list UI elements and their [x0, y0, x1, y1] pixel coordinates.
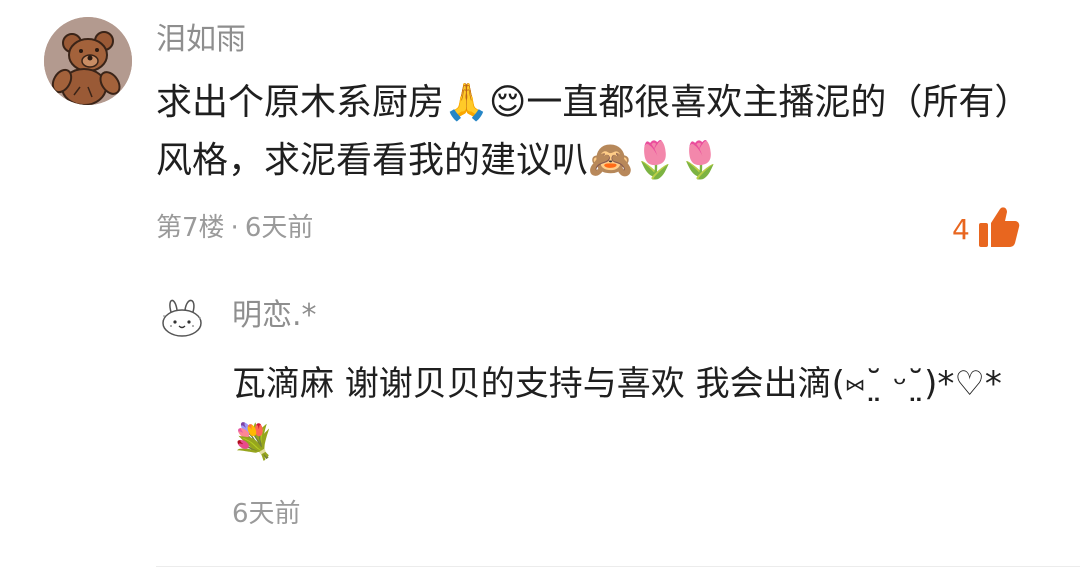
comment-meta: 第7楼 · 6天前	[156, 206, 313, 250]
comment-username[interactable]: 泪如雨	[156, 18, 246, 62]
like-count: 4	[952, 212, 970, 246]
meta-separator: ·	[230, 213, 239, 243]
reply-avatar[interactable]	[159, 296, 205, 338]
teddy-bear-avatar-icon	[44, 17, 132, 105]
thumbs-up-icon	[978, 205, 1020, 253]
reply-text: 瓦滴麻 谢谢贝贝的支持与喜欢 我会出滴(⑅˘̤ ᵕ˘̤)*♡*💐	[232, 364, 1002, 462]
divider	[156, 566, 1080, 567]
bunny-avatar-icon	[162, 299, 202, 337]
reply-username[interactable]: 明恋.*	[232, 294, 317, 338]
reply-time: 6天前	[232, 499, 301, 529]
comment-thread: 泪如雨 求出个原木系厨房🙏😌一直都很喜欢主播泥的（所有）风格，求泥看看我的建议叭…	[0, 0, 1080, 580]
user-avatar[interactable]	[44, 17, 132, 105]
comment-time: 6天前	[244, 213, 314, 243]
comment-text: 求出个原木系厨房🙏😌一直都很喜欢主播泥的（所有）风格，求泥看看我的建议叭🙈🌷🌷	[156, 82, 1031, 181]
floor-label: 第7楼	[156, 213, 225, 243]
like-button[interactable]: 4	[952, 204, 1020, 254]
